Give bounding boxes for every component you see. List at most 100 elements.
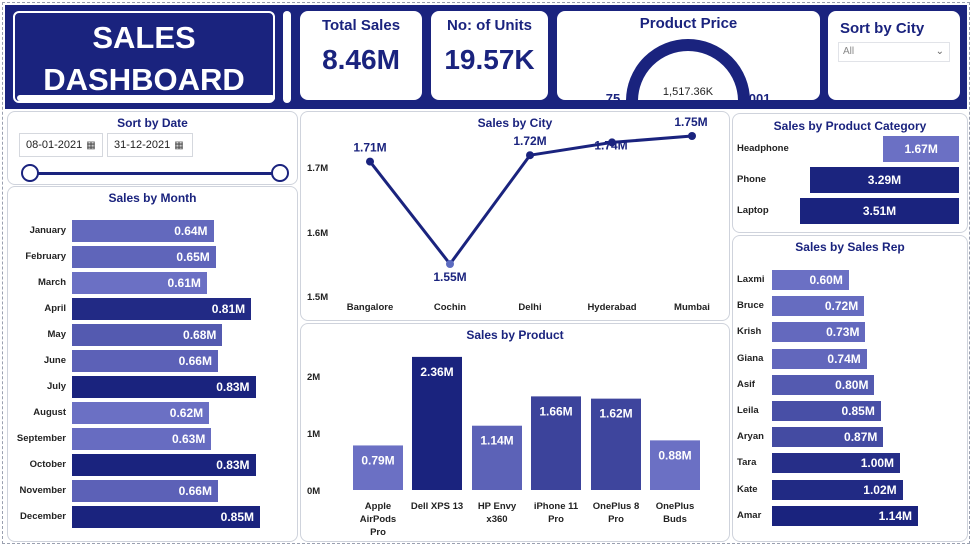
- x-tick-label: x360: [486, 514, 507, 525]
- gauge-min: 75: [606, 91, 620, 100]
- bar-category-label: Phone: [737, 174, 767, 185]
- bar: 0.81M: [72, 298, 252, 320]
- sales-by-category-title: Sales by Product Category: [773, 119, 927, 133]
- bar: 0.60M: [772, 270, 849, 290]
- end-date-input[interactable]: 31-12-2021 ▦: [107, 133, 193, 157]
- x-tick-label: Cochin: [434, 302, 466, 313]
- bar: 0.85M: [772, 401, 881, 421]
- date-filter-label: Sort by Date: [117, 116, 188, 130]
- date-slider-end-handle[interactable]: [271, 164, 289, 182]
- bar: 1.67M: [883, 136, 959, 162]
- data-label: 0.79M: [361, 453, 394, 467]
- x-tick-label: iPhone 11: [534, 501, 579, 512]
- y-tick-label: 0M: [307, 486, 320, 497]
- data-label: 1.71M: [353, 141, 386, 155]
- bar: 0.61M: [72, 272, 207, 294]
- y-tick-label: 1.5M: [307, 292, 328, 303]
- bar-category-label: April: [44, 303, 66, 314]
- price-gauge: 1,517.36K 75 2001: [606, 39, 771, 100]
- bar-category-label: February: [25, 251, 66, 262]
- y-tick-label: 2M: [307, 372, 320, 383]
- bar-category-label: January: [29, 225, 66, 236]
- date-slider-start-handle[interactable]: [21, 164, 39, 182]
- x-tick-label: OnePlus: [656, 501, 695, 512]
- total-sales-value: 8.46M: [322, 44, 400, 75]
- bar-category-label: August: [33, 407, 66, 418]
- x-tick-label: Dell XPS 13: [411, 501, 463, 512]
- city-filter-label: Sort by City: [840, 20, 925, 37]
- data-point: [688, 132, 696, 140]
- bar: 0.80M: [772, 374, 875, 395]
- bar: 0.85M: [72, 506, 260, 528]
- y-tick-label: 1.7M: [307, 163, 328, 174]
- data-point: [366, 157, 374, 166]
- data-point: [446, 260, 454, 268]
- bar: 0.68M: [72, 324, 223, 346]
- bar: 1.02M: [772, 479, 903, 500]
- data-label: 1.55M: [433, 270, 466, 284]
- chevron-down-icon: ⌄: [935, 46, 944, 57]
- bar: 0.73M: [772, 322, 866, 343]
- units-value: 19.57K: [444, 44, 535, 75]
- title-underline: [17, 95, 275, 101]
- city-select[interactable]: All ⌄: [838, 42, 950, 62]
- data-label: 2.36M: [420, 365, 453, 379]
- x-tick-label: HP Envy: [478, 501, 517, 512]
- y-tick-label: 1M: [307, 429, 320, 440]
- data-label: 1.14M: [480, 434, 513, 448]
- units-card: No: of Units 19.57K: [431, 11, 548, 100]
- title-line-1: SALES: [92, 20, 196, 55]
- sales-by-city-chart: 1.7M 1.6M 1.5M 1.71M Bangalore 1.55M Cochin 1.7…: [307, 115, 710, 313]
- total-sales-label: Total Sales: [321, 17, 401, 34]
- start-date-input[interactable]: 08-01-2021 ▦: [19, 133, 103, 157]
- bar: 0.83M: [72, 454, 256, 476]
- bar: [353, 445, 403, 490]
- bar-category-label: October: [29, 459, 66, 470]
- bar: 0.72M: [772, 296, 865, 317]
- bar: 0.74M: [772, 348, 867, 369]
- bar: 0.87M: [772, 427, 884, 448]
- data-label: 1.62M: [599, 407, 632, 421]
- bar: 3.29M: [809, 167, 959, 193]
- end-date-value: 31-12-2021: [114, 139, 171, 151]
- bar: 0.66M: [72, 350, 218, 372]
- gauge-value: 1,517.36K: [663, 86, 714, 98]
- bar: 1.00M: [772, 453, 901, 474]
- data-label: 1.74M: [594, 138, 627, 152]
- x-tick-label: Buds: [663, 514, 687, 525]
- product-price-card: Product Price 1,517.36K 75 2001: [557, 11, 820, 100]
- calendar-icon: ▦: [174, 140, 184, 151]
- data-label: 1.66M: [539, 404, 572, 418]
- calendar-icon: ▦: [86, 140, 96, 151]
- bar: 0.83M: [72, 376, 256, 398]
- date-slider-track[interactable]: [30, 172, 280, 175]
- bar: 0.66M: [72, 480, 218, 502]
- x-tick-label: Pro: [548, 514, 564, 525]
- bar-category-label: July: [46, 381, 66, 392]
- x-tick-label: Delhi: [518, 302, 541, 313]
- x-tick-label: Pro: [370, 527, 386, 538]
- header-separator: [283, 11, 291, 103]
- bar-category-label: Headphone: [737, 143, 789, 154]
- x-tick-label: OnePlus 8: [593, 501, 639, 512]
- gauge-max: 2001: [742, 91, 771, 100]
- x-tick-label: Hyderabad: [587, 302, 636, 313]
- bar-category-label: June: [43, 355, 66, 366]
- bar: 0.63M: [72, 428, 212, 450]
- data-label: 1.75M: [674, 115, 707, 129]
- bar-category-label: September: [16, 433, 66, 444]
- data-label: 1.72M: [513, 134, 546, 148]
- bar: 0.65M: [72, 246, 216, 268]
- start-date-value: 08-01-2021: [26, 139, 83, 151]
- units-label: No: of Units: [447, 17, 532, 34]
- sales-by-rep-title: Sales by Sales Rep: [795, 240, 905, 254]
- bar: 0.64M: [72, 220, 214, 242]
- x-tick-label: Pro: [608, 514, 624, 525]
- bar-category-label: November: [19, 485, 66, 496]
- bar-category-label: December: [20, 511, 66, 522]
- data-label: 0.88M: [658, 448, 691, 462]
- dashboard-title: SALES DASHBOARD: [13, 11, 275, 103]
- x-tick-label: Apple: [365, 501, 391, 512]
- city-select-value: All: [843, 46, 855, 57]
- bar-category-label: March: [38, 277, 66, 288]
